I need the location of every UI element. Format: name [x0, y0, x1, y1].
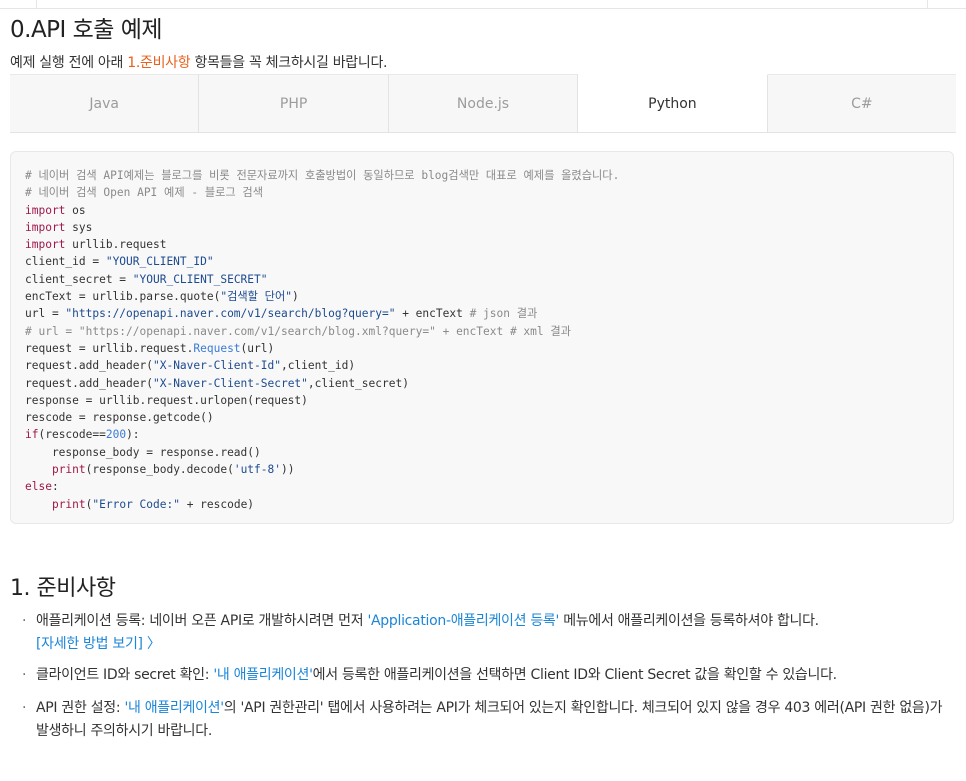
- code-block: # 네이버 검색 API예제는 블로그를 비롯 전문자료까지 호출방법이 동일하…: [10, 151, 954, 524]
- code-text: url =: [25, 307, 66, 321]
- code-text: (rescode==: [38, 428, 106, 442]
- code-text: client_secret =: [25, 272, 133, 286]
- code-string: "YOUR_CLIENT_SECRET": [132, 272, 268, 286]
- code-text: response = urllib.request.urlopen(reques…: [25, 393, 308, 407]
- prep-text: 애플리케이션 등록: 네이버 오픈 API로 개발하시려면 먼저: [36, 613, 368, 629]
- app-register-link[interactable]: 'Application-애플리케이션 등록': [367, 613, 559, 629]
- code-text: request.add_header(: [25, 359, 153, 373]
- code-text: ):: [126, 428, 140, 442]
- code-text: + encText: [395, 307, 470, 321]
- code-text: os: [65, 203, 86, 217]
- code-function: Request: [193, 341, 241, 355]
- code-comment: # 네이버 검색 API예제는 블로그를 비롯 전문자료까지 호출방법이 동일하…: [25, 169, 620, 182]
- code-text: ,client_id): [280, 359, 356, 373]
- page-title: 0.API 호출 예제: [10, 17, 163, 43]
- code-keyword: import: [25, 203, 66, 217]
- code-comment: # url = "https://openapi.naver.com/v1/se…: [25, 324, 571, 338]
- prep-text: 클라이언트 ID와 secret 확인:: [36, 667, 214, 683]
- top-divider: [0, 0, 966, 9]
- divider-tick: [36, 0, 37, 8]
- list-item: 클라이언트 ID와 secret 확인: '내 애플리케이션'에서 등록한 애플…: [22, 664, 952, 687]
- code-string: "검색할 단어": [220, 290, 292, 304]
- intro-text: 예제 실행 전에 아래 1.준비사항 항목들을 꼭 체크하시길 바랍니다.: [10, 52, 388, 72]
- list-item: API 권한 설정: '내 애플리케이션'의 'API 권한관리' 탭에서 사용…: [22, 697, 952, 743]
- language-tabs: Java PHP Node.js Python C#: [10, 74, 957, 133]
- tab-nodejs[interactable]: Node.js: [388, 74, 579, 132]
- prep-title: 1. 준비사항: [10, 576, 116, 601]
- prep-list: 애플리케이션 등록: 네이버 오픈 API로 개발하시려면 먼저 'Applic…: [22, 610, 952, 743]
- code-string: "X-Naver-Client-Secret": [152, 376, 308, 390]
- prep-text: 메뉴에서 애플리케이션을 등록하셔야 합니다.: [559, 613, 819, 629]
- code-number: 200: [105, 428, 127, 442]
- code-text: + rescode): [179, 497, 255, 511]
- intro-after: 항목들을 꼭 체크하시길 바랍니다.: [190, 55, 388, 71]
- code-keyword: import: [25, 238, 66, 252]
- code-text: (response_body.decode(: [85, 463, 234, 477]
- code-text: client_id =: [25, 255, 106, 269]
- code-keyword: else: [25, 480, 52, 494]
- intro-highlight: 1.준비사항: [127, 55, 191, 71]
- list-item: 애플리케이션 등록: 네이버 오픈 API로 개발하시려면 먼저 'Applic…: [22, 610, 952, 656]
- code-string: "Error Code:": [92, 497, 180, 511]
- tab-python[interactable]: Python: [578, 74, 768, 132]
- code-keyword: if: [25, 428, 39, 442]
- code-text: :: [51, 480, 59, 494]
- prep-text: 에서 등록한 애플리케이션을 선택하면 Client ID와 Client Se…: [312, 667, 837, 683]
- code-string: "YOUR_CLIENT_ID": [105, 255, 214, 269]
- code-keyword: print: [51, 497, 86, 511]
- code-keyword: import: [25, 220, 66, 234]
- code-text: rescode = response.getcode(): [25, 411, 214, 425]
- code-text: request.add_header(: [25, 376, 153, 390]
- code-text: )): [280, 463, 295, 477]
- tab-php[interactable]: PHP: [199, 74, 389, 132]
- divider-tick: [927, 0, 928, 8]
- code-text: encText = urllib.parse.quote(: [25, 290, 221, 304]
- code-text: ,client_secret): [307, 376, 409, 390]
- intro-before: 예제 실행 전에 아래: [10, 55, 128, 71]
- code-text: urllib.request: [65, 238, 167, 252]
- tab-csharp[interactable]: C#: [767, 74, 957, 132]
- my-application-link[interactable]: '내 애플리케이션': [124, 700, 224, 716]
- code-text: ): [292, 290, 299, 304]
- code-text: request = urllib.request.: [25, 341, 194, 355]
- code-comment: # json 결과: [469, 307, 538, 321]
- prep-text: API 권한 설정:: [36, 700, 125, 716]
- my-application-link[interactable]: '내 애플리케이션': [213, 667, 313, 683]
- detail-guide-link[interactable]: [자세한 방법 보기] 〉: [36, 633, 952, 656]
- tab-java[interactable]: Java: [10, 74, 200, 132]
- code-keyword: print: [51, 463, 86, 477]
- code-text[interactable]: # 네이버 검색 API예제는 블로그를 비롯 전문자료까지 호출방법이 동일하…: [25, 167, 939, 513]
- code-text: sys: [65, 220, 93, 234]
- code-text: response_body = response.read(): [25, 445, 261, 459]
- code-text: (url): [240, 341, 275, 355]
- code-string: "https://openapi.naver.com/v1/search/blo…: [65, 307, 396, 321]
- code-string: "X-Naver-Client-Id": [152, 359, 281, 373]
- code-string: 'utf-8': [233, 463, 281, 477]
- code-comment: # 네이버 검색 Open API 예제 - 블로그 검색: [25, 186, 264, 200]
